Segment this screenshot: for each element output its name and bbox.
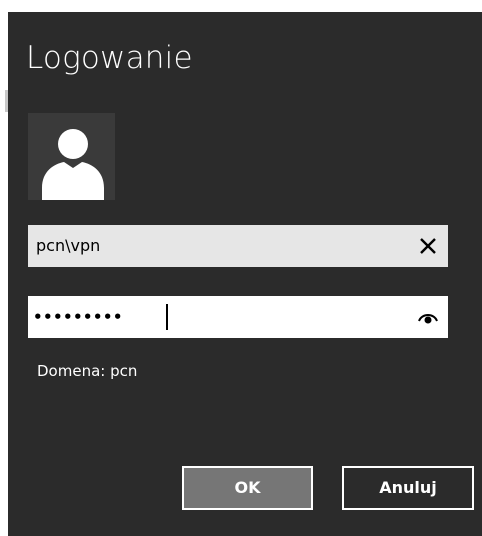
eye-icon (418, 314, 438, 324)
ok-button[interactable]: OK (182, 466, 313, 510)
user-silhouette-icon (42, 129, 104, 200)
login-dialog (8, 12, 482, 536)
reveal-password-button[interactable] (414, 303, 442, 331)
dialog-title: Logowanie (26, 40, 193, 76)
password-masked-value: ••••••••• (33, 308, 123, 326)
password-field[interactable]: ••••••••• (28, 296, 448, 338)
user-avatar (28, 113, 115, 200)
username-value: pcn\vpn (36, 236, 101, 255)
clear-username-button[interactable] (414, 232, 442, 260)
window-edge (0, 12, 8, 536)
text-caret (166, 304, 168, 330)
domain-label: Domena: pcn (37, 362, 138, 380)
cancel-button[interactable]: Anuluj (342, 466, 474, 510)
username-field[interactable]: pcn\vpn (28, 225, 448, 267)
close-icon (420, 238, 436, 254)
